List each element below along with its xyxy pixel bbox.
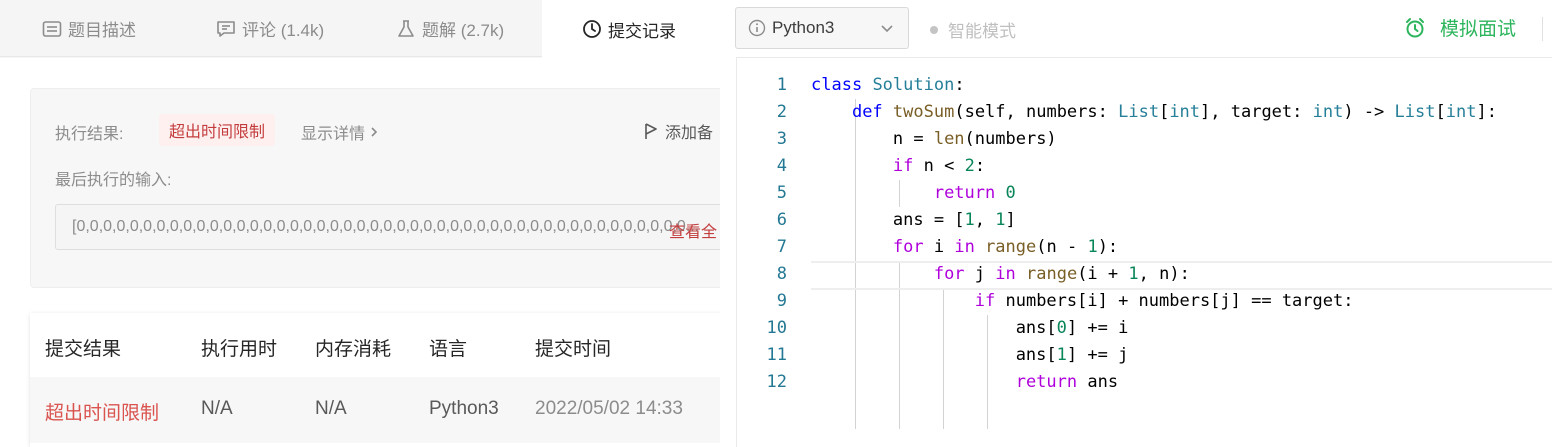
- code-text[interactable]: def twoSum(self, numbers: List[int], tar…: [811, 102, 1497, 122]
- line-number: 1: [776, 75, 787, 95]
- line-number: 9: [776, 291, 787, 311]
- description-icon: [42, 20, 62, 37]
- code-text[interactable]: ans = [1, 1]: [811, 210, 1016, 230]
- tab-solutions-label: 题解 (2.7k): [422, 21, 505, 40]
- code-line[interactable]: 6 ans = [1, 1]: [737, 207, 1552, 234]
- last-input-box: [0,0,0,0,0,0,0,0,0,0,0,0,0,0,0,0,0,0,0,0…: [55, 204, 720, 250]
- status-badge: 超出时间限制: [159, 114, 276, 146]
- toolbar-divider: [1542, 17, 1543, 41]
- view-all-link[interactable]: 查看全: [669, 218, 717, 242]
- mock-interview-button[interactable]: 模拟面试: [1404, 14, 1516, 41]
- submissions-table: 提交结果 执行用时 内存消耗 语言 提交时间 超出时间限制 N/A N/A Py…: [30, 313, 720, 447]
- code-text[interactable]: return 0: [811, 183, 1016, 203]
- chevron-down-icon: [881, 25, 893, 33]
- row-runtime: N/A: [201, 398, 233, 419]
- tab-solutions[interactable]: 题解 (2.7k): [396, 0, 504, 57]
- code-line[interactable]: 9 if numbers[i] + numbers[j] == target:: [737, 288, 1552, 315]
- language-select[interactable]: Python3: [735, 7, 909, 49]
- smart-mode-toggle[interactable]: 智能模式: [930, 17, 1016, 42]
- line-number: 8: [776, 264, 787, 284]
- tab-description[interactable]: 题目描述: [42, 0, 136, 57]
- column-header-time: 提交时间: [535, 339, 612, 360]
- line-number: 2: [776, 102, 787, 122]
- editor-panel: Python3 智能模式 模拟面试 1 class Solution: 2 def …: [720, 0, 1552, 447]
- column-header-status: 提交结果: [45, 339, 122, 360]
- row-status[interactable]: 超出时间限制: [45, 398, 159, 425]
- code-line[interactable]: 5 return 0: [737, 180, 1552, 207]
- line-number: 7: [776, 237, 787, 257]
- code-editor[interactable]: 1 class Solution: 2 def twoSum(self, numbe…: [736, 57, 1552, 447]
- add-note-label: 添加备: [665, 125, 714, 142]
- alarm-clock-icon: [1406, 17, 1424, 37]
- smart-mode-label: 智能模式: [948, 22, 1016, 41]
- column-header-memory: 内存消耗: [315, 339, 392, 360]
- code-line[interactable]: 12 return ans: [737, 369, 1552, 396]
- line-number: 5: [776, 183, 787, 203]
- line-number: 11: [766, 345, 787, 365]
- last-input-label: 最后执行的输入:: [55, 172, 172, 189]
- table-row[interactable]: 超出时间限制 N/A N/A Python3 2022/05/02 14:33: [30, 377, 720, 443]
- language-select-value: Python3: [772, 18, 835, 37]
- last-input-value: [0,0,0,0,0,0,0,0,0,0,0,0,0,0,0,0,0,0,0,0…: [72, 218, 700, 235]
- code-line[interactable]: 10 ans[0] += i: [737, 315, 1552, 342]
- line-number: 3: [776, 129, 787, 149]
- column-header-language: 语言: [429, 339, 468, 360]
- code-line[interactable]: 2 def twoSum(self, numbers: List[int], t…: [737, 99, 1552, 126]
- line-number: 4: [776, 156, 787, 176]
- problem-panel: 题目描述 评论 (1.4k) 题解 (2.7k) 提交记录 执行结果: 超出时间…: [0, 0, 720, 447]
- row-memory: N/A: [315, 398, 347, 419]
- code-text[interactable]: for j in range(i + 1, n):: [811, 264, 1190, 284]
- flask-icon: [398, 19, 414, 37]
- code-line[interactable]: 3 n = len(numbers): [737, 126, 1552, 153]
- code-text[interactable]: return ans: [811, 372, 1118, 392]
- tab-submissions-label: 提交记录: [608, 21, 676, 41]
- submission-detail: 执行结果: 超出时间限制 显示详情 添加备 最后执行的输入: [0,0,0,0,…: [0, 58, 720, 447]
- mock-interview-label: 模拟面试: [1440, 19, 1517, 40]
- code-text[interactable]: class Solution:: [811, 75, 965, 95]
- row-time: 2022/05/02 14:33: [535, 398, 683, 419]
- line-number: 10: [766, 318, 787, 338]
- code-line[interactable]: 4 if n < 2:: [737, 153, 1552, 180]
- smart-mode-dot-icon: [930, 25, 938, 34]
- tab-comments-label: 评论 (1.4k): [242, 21, 325, 40]
- code-text[interactable]: if n < 2:: [811, 156, 985, 176]
- info-icon: [748, 19, 766, 37]
- result-label: 执行结果:: [55, 126, 124, 143]
- tab-comments[interactable]: 评论 (1.4k): [216, 0, 324, 57]
- column-header-runtime: 执行用时: [201, 339, 278, 360]
- show-details-link[interactable]: 显示详情: [301, 120, 379, 144]
- chevron-right-icon: [371, 127, 378, 137]
- tab-description-label: 题目描述: [68, 21, 136, 40]
- comment-icon: [217, 20, 235, 37]
- tab-submissions[interactable]: 提交记录: [542, 0, 720, 58]
- code-line[interactable]: 8 for j in range(i + 1, n):: [737, 261, 1552, 290]
- code-text[interactable]: for i in range(n - 1):: [811, 237, 1118, 257]
- problem-tabbar: 题目描述 评论 (1.4k) 题解 (2.7k) 提交记录: [0, 0, 720, 58]
- code-text[interactable]: ans[0] += i: [811, 318, 1129, 338]
- code-line[interactable]: 11 ans[1] += j: [737, 342, 1552, 369]
- clock-icon: [583, 20, 601, 38]
- line-number: 6: [776, 210, 787, 230]
- show-details-label: 显示详情: [301, 126, 366, 143]
- add-note-button[interactable]: 添加备: [643, 119, 713, 143]
- flag-icon: [645, 123, 657, 139]
- code-text[interactable]: if numbers[i] + numbers[j] == target:: [811, 291, 1354, 311]
- code-line[interactable]: 1 class Solution:: [737, 72, 1552, 99]
- code-text[interactable]: ans[1] += j: [811, 345, 1129, 365]
- code-line[interactable]: 7 for i in range(n - 1):: [737, 234, 1552, 261]
- editor-toolbar: Python3 智能模式 模拟面试: [720, 0, 1552, 57]
- line-number: 12: [766, 372, 787, 392]
- code-text[interactable]: n = len(numbers): [811, 129, 1057, 149]
- result-box: 执行结果: 超出时间限制 显示详情 添加备 最后执行的输入: [0,0,0,0,…: [30, 88, 720, 288]
- row-language: Python3: [429, 398, 499, 419]
